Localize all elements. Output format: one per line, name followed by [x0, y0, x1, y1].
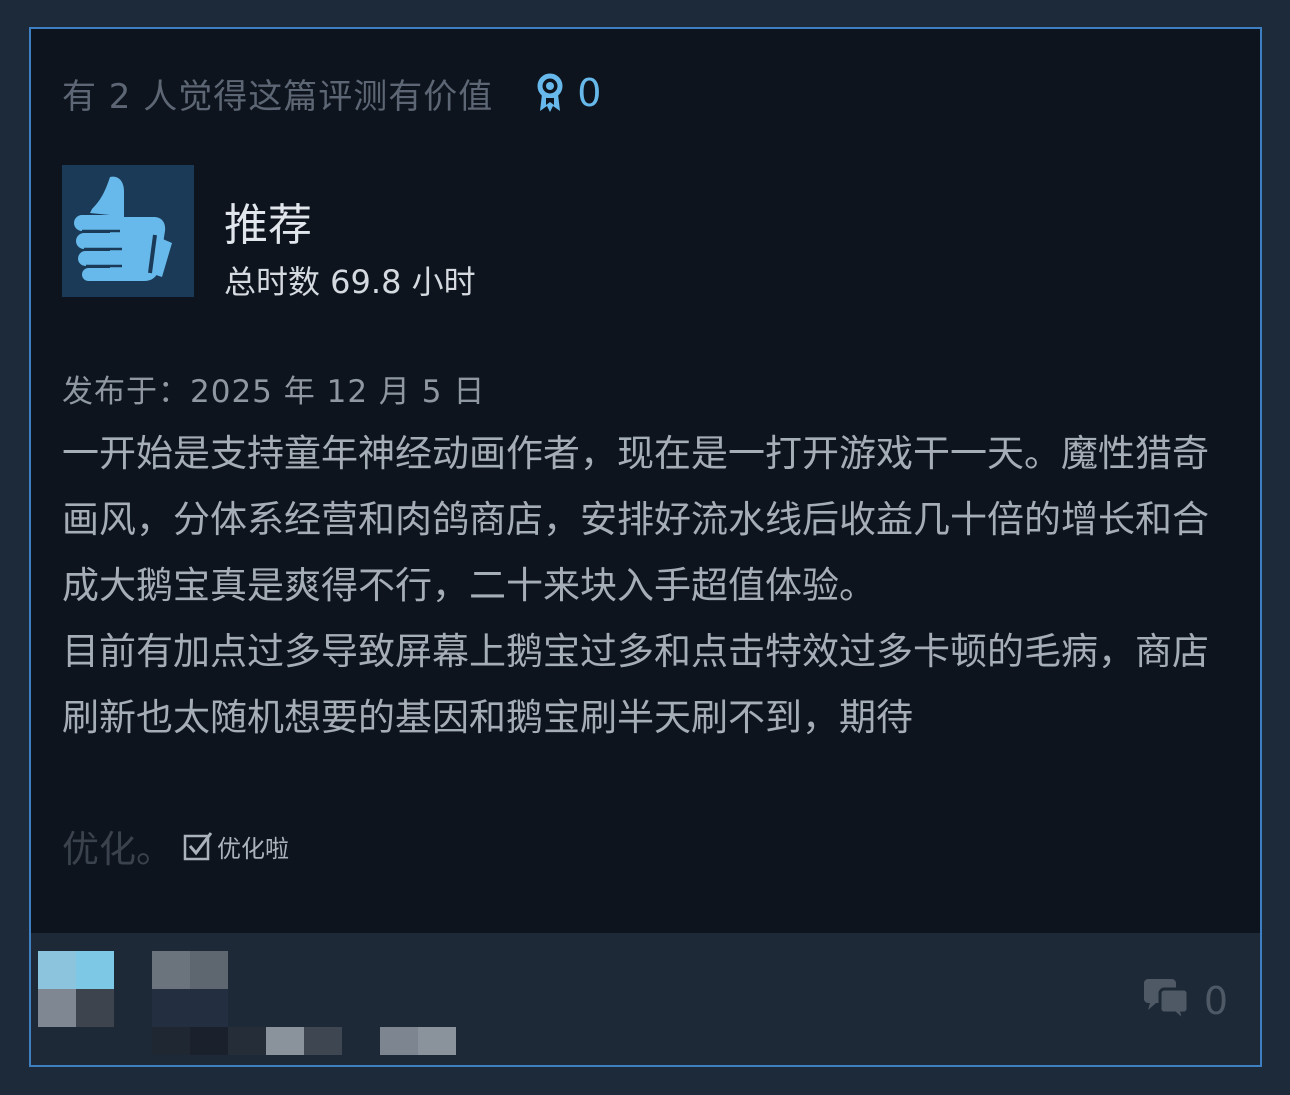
faded-text: 优化。 [62, 828, 173, 871]
username-redacted[interactable] [152, 951, 228, 989]
thumbs-up-badge [62, 165, 194, 297]
award-ribbon-icon [537, 73, 563, 112]
checkbox-checked-icon [183, 832, 213, 861]
review-footer: 0 [31, 933, 1260, 1065]
redacted-block [152, 989, 228, 1027]
checkbox-label: 优化啦 [217, 834, 289, 863]
comment-bubbles-icon [1143, 979, 1190, 1023]
comment-button[interactable]: 0 [1142, 979, 1228, 1023]
posted-date: 发布于：2025 年 12 月 5 日 [62, 374, 486, 410]
user-meta-redacted [152, 1027, 456, 1055]
review-paragraph: 目前有加点过多导致屏幕上鹅宝过多和点击特效过多卡顿的毛病，商店刷新也太随机想要的… [62, 630, 1209, 739]
comment-count: 0 [1203, 979, 1228, 1023]
review-faded-tail: 优化。 优化啦 [62, 819, 289, 873]
helpful-count-text: 有 2 人觉得这篇评测有价值 [62, 76, 494, 117]
recommendation-label: 推荐 [224, 200, 312, 251]
review-text: 一开始是支持童年神经动画作者，现在是一打开游戏干一天。魔性猎奇画风，分体系经营和… [62, 421, 1222, 751]
avatar[interactable] [38, 951, 114, 1027]
playtime-hours: 总时数 69.8 小时 [224, 263, 476, 301]
award-button[interactable]: 0 [533, 71, 601, 115]
helpful-row: 有 2 人觉得这篇评测有价值 0 [62, 67, 601, 119]
review-card: 有 2 人觉得这篇评测有价值 0 推荐 总时数 69.8 小时 发布于：2025… [29, 27, 1262, 1067]
award-count: 0 [577, 71, 602, 115]
checkbox-item[interactable]: 优化啦 [183, 829, 289, 864]
thumbs-up-icon [74, 176, 172, 281]
review-paragraph: 一开始是支持童年神经动画作者，现在是一打开游戏干一天。魔性猎奇画风，分体系经营和… [62, 432, 1209, 607]
